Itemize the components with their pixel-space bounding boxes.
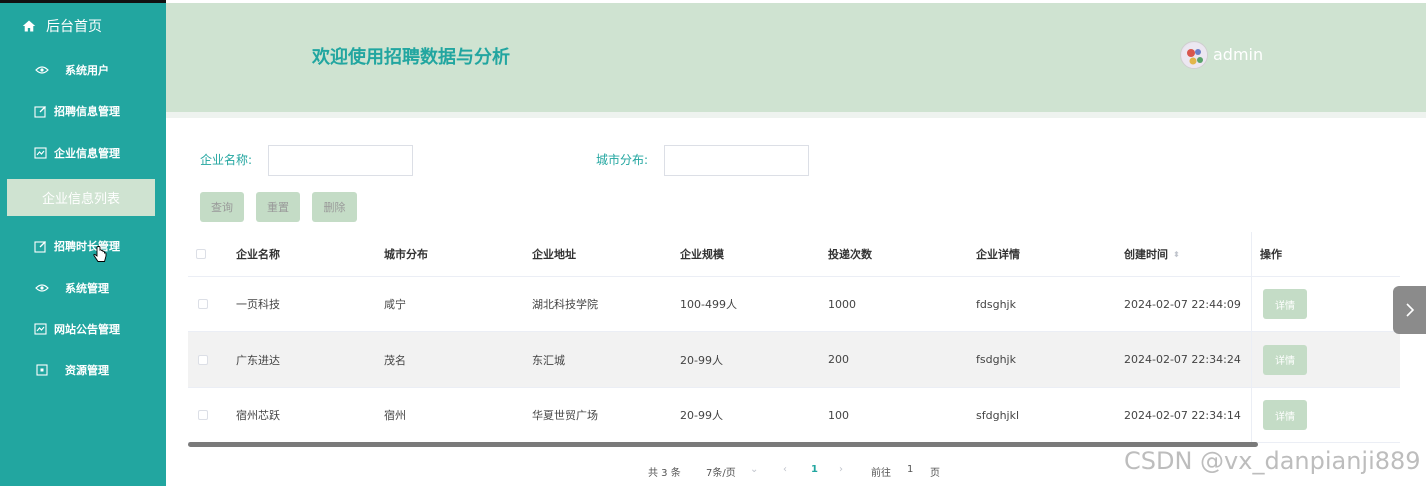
sort-icon[interactable]: ⬍ bbox=[1173, 250, 1180, 259]
column-header: 企业地址 bbox=[532, 248, 576, 261]
cell-company-name: 一页科技 bbox=[236, 298, 280, 311]
page-size-select[interactable]: 7条/页 bbox=[706, 464, 736, 479]
sidebar-item-announcement[interactable]: 网站公告管理 bbox=[0, 319, 166, 339]
watermark: CSDN @vx_danpianji889 bbox=[1124, 447, 1421, 475]
column-header: 企业规模 bbox=[680, 248, 724, 261]
cell-created: 2024-02-07 22:44:09 bbox=[1124, 297, 1241, 311]
select-all-checkbox-cell[interactable] bbox=[196, 232, 206, 276]
sidebar: 后台首页 系统用户 招聘信息管理 企业信息管理 企业信息列表 招聘时长管理 系统… bbox=[0, 0, 166, 486]
column-header: 企业名称 bbox=[236, 248, 280, 261]
prev-page-icon[interactable]: ‹ bbox=[783, 464, 787, 475]
column-header-created[interactable]: 创建时间 ⬍ bbox=[1124, 232, 1180, 276]
sidebar-item-recruit-info[interactable]: 招聘信息管理 bbox=[0, 101, 166, 121]
sidebar-item-label: 招聘时长管理 bbox=[54, 240, 120, 253]
pagination-total: 共 3 条 bbox=[648, 468, 681, 479]
row-checkbox-cell[interactable] bbox=[198, 277, 208, 331]
table-row: 宿州芯跃 宿州 华夏世贸广场 20-99人 100 sfdghjkl 2024-… bbox=[188, 388, 1400, 443]
cell-detail: sfdghjkl bbox=[976, 408, 1020, 422]
sidebar-item-label: 系统用户 bbox=[65, 64, 109, 77]
cell-address: 东汇城 bbox=[532, 353, 565, 367]
sidebar-subitem-company-list[interactable]: 企业信息列表 bbox=[7, 179, 155, 216]
sidebar-item-label: 网站公告管理 bbox=[54, 323, 120, 336]
avatar[interactable] bbox=[1180, 41, 1208, 69]
horizontal-scrollbar[interactable] bbox=[188, 442, 1258, 447]
table-row: 广东进达 茂名 东汇城 20-99人 200 fsdghjk 2024-02-0… bbox=[188, 332, 1400, 388]
query-button[interactable]: 查询 bbox=[200, 192, 244, 222]
cell-deliveries: 1000 bbox=[828, 297, 856, 311]
fixed-action-column-divider bbox=[1251, 232, 1400, 443]
company-name-input[interactable] bbox=[268, 145, 413, 176]
sidebar-home-label: 后台首页 bbox=[46, 19, 102, 35]
sidebar-item-company-info[interactable]: 企业信息管理 bbox=[0, 143, 166, 163]
username[interactable]: admin bbox=[1213, 45, 1263, 64]
cell-detail: fsdghjk bbox=[976, 353, 1016, 366]
column-header: 企业详情 bbox=[976, 248, 1020, 261]
table-row: 一页科技 咸宁 湖北科技学院 100-499人 1000 fdsghjk 202… bbox=[188, 277, 1400, 332]
sidebar-item-recruit-duration[interactable]: 招聘时长管理 bbox=[0, 236, 166, 256]
cell-created: 2024-02-07 22:34:24 bbox=[1124, 353, 1241, 366]
current-page-number[interactable]: 1 bbox=[811, 464, 818, 475]
city-input[interactable] bbox=[664, 145, 809, 176]
city-label: 城市分布: bbox=[596, 153, 649, 167]
edit-icon bbox=[33, 239, 47, 253]
edit-icon bbox=[33, 104, 47, 118]
cell-city: 宿州 bbox=[384, 409, 406, 422]
page-title: 欢迎使用招聘数据与分析 bbox=[312, 47, 510, 68]
row-checkbox[interactable] bbox=[198, 299, 208, 309]
carousel-next-arrow-icon[interactable] bbox=[1393, 286, 1426, 334]
app-root: 后台首页 系统用户 招聘信息管理 企业信息管理 企业信息列表 招聘时长管理 系统… bbox=[0, 0, 1426, 486]
column-header: 创建时间 bbox=[1124, 248, 1168, 261]
cell-scale: 100-499人 bbox=[680, 298, 737, 311]
cell-detail: fdsghjk bbox=[976, 297, 1016, 311]
sidebar-item-label: 招聘信息管理 bbox=[54, 105, 120, 118]
row-checkbox[interactable] bbox=[198, 410, 208, 420]
sidebar-item-system-manage[interactable]: 系统管理 bbox=[0, 278, 166, 298]
cell-city: 咸宁 bbox=[384, 298, 406, 311]
pointer-cursor-icon bbox=[93, 246, 107, 267]
sidebar-item-home[interactable]: 后台首页 bbox=[0, 12, 166, 40]
cell-scale: 20-99人 bbox=[680, 409, 723, 422]
home-icon bbox=[22, 19, 36, 33]
company-name-label: 企业名称: bbox=[200, 153, 253, 167]
table-header-row: 企业名称 城市分布 企业地址 企业规模 投递次数 企业详情 创建时间 ⬍ 操作 bbox=[188, 232, 1400, 277]
column-header: 城市分布 bbox=[384, 248, 428, 261]
select-all-checkbox[interactable] bbox=[196, 249, 206, 259]
chart-icon bbox=[33, 322, 47, 336]
next-page-icon[interactable]: › bbox=[839, 464, 843, 475]
row-checkbox-cell[interactable] bbox=[198, 388, 208, 442]
sidebar-item-label: 系统管理 bbox=[65, 282, 109, 295]
cell-city: 茂名 bbox=[384, 353, 406, 367]
square-icon bbox=[35, 363, 49, 377]
cell-company-name: 广东进达 bbox=[236, 353, 280, 367]
reset-button[interactable]: 重置 bbox=[256, 192, 300, 222]
eye-icon bbox=[35, 63, 49, 77]
page-unit-label: 页 bbox=[930, 468, 940, 479]
cell-deliveries: 100 bbox=[828, 408, 849, 422]
chart-icon bbox=[33, 146, 47, 160]
goto-page-input[interactable]: 1 bbox=[907, 464, 913, 475]
sidebar-item-system-users[interactable]: 系统用户 bbox=[0, 60, 166, 80]
header-divider bbox=[166, 112, 1426, 118]
eye-icon bbox=[35, 281, 49, 295]
cell-address: 华夏世贸广场 bbox=[532, 409, 598, 422]
column-header: 投递次数 bbox=[828, 248, 872, 261]
top-header: 欢迎使用招聘数据与分析 admin bbox=[166, 3, 1426, 112]
row-checkbox-cell[interactable] bbox=[198, 332, 208, 387]
sidebar-item-label: 企业信息管理 bbox=[54, 147, 120, 160]
row-checkbox[interactable] bbox=[198, 354, 208, 365]
cell-scale: 20-99人 bbox=[680, 353, 723, 367]
sidebar-item-label: 资源管理 bbox=[65, 364, 109, 377]
goto-label: 前往 bbox=[871, 468, 891, 479]
delete-button[interactable]: 删除 bbox=[312, 192, 357, 222]
cell-deliveries: 200 bbox=[828, 353, 849, 366]
cell-address: 湖北科技学院 bbox=[532, 298, 598, 311]
page-size-chevron-down-icon[interactable]: ⌄ bbox=[750, 464, 758, 475]
cell-created: 2024-02-07 22:34:14 bbox=[1124, 408, 1241, 422]
cell-company-name: 宿州芯跃 bbox=[236, 409, 280, 422]
sidebar-item-resources[interactable]: 资源管理 bbox=[0, 360, 166, 380]
